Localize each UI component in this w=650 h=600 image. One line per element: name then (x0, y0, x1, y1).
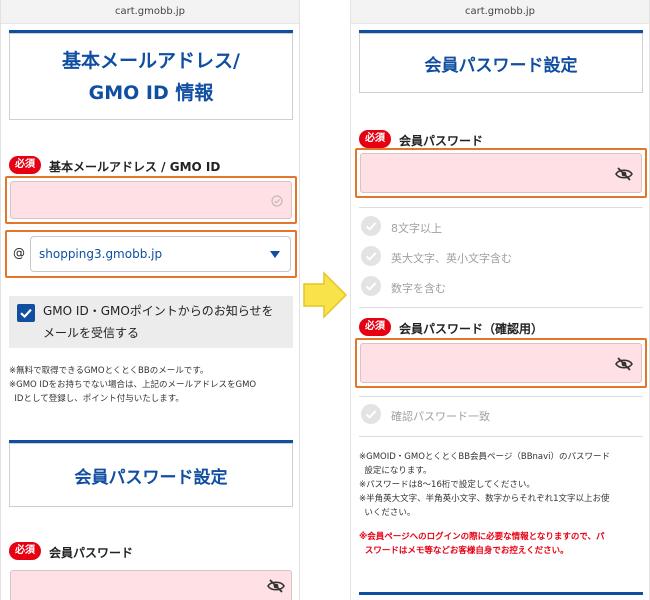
email-label: 基本メールアドレス / GMO ID (49, 160, 221, 174)
check-circle-icon (361, 276, 381, 296)
divider (359, 307, 643, 308)
note-line: 設定になります。 (359, 466, 432, 476)
requirement-min-length: 8文字以上 (391, 222, 442, 235)
title-line-2: GMO ID 情報 (88, 81, 214, 104)
required-badge: 必須 (9, 542, 41, 560)
check-circle-icon (271, 195, 283, 207)
email-notes: ※無料で取得できるGMOとくとくBBのメールです。 ※GMO IDをお持ちでない… (9, 364, 297, 406)
domain-select[interactable]: shopping3.gmobb.jp (30, 236, 291, 272)
newsletter-label-line-1: GMO ID・GMOポイントからのお知らせを (43, 304, 274, 318)
note-line: ※GMO IDをお持ちでない場合は、上記のメールアドレスをGMO (9, 380, 257, 390)
dropdown-caret-icon (270, 251, 280, 258)
requirement-match: 確認パスワード一致 (391, 410, 490, 423)
password-label: 会員パスワード (399, 134, 484, 148)
at-symbol: @ (13, 246, 25, 260)
checkmark-icon (20, 308, 32, 319)
divider (359, 207, 643, 208)
required-badge: 必須 (9, 156, 41, 174)
password-notes: ※GMOID・GMOとくとくBB会員ページ（BBnavi）のパスワード 設定にな… (359, 450, 649, 520)
check-circle-icon (361, 246, 381, 266)
confirm-password-input[interactable] (360, 343, 642, 383)
eye-slash-icon[interactable] (615, 167, 633, 181)
eye-slash-icon[interactable] (615, 357, 633, 371)
note-line: ※パスワードは8〜16桁で設定してください。 (359, 480, 535, 490)
comparison-stage: cart.gmobb.jp 基本メールアドレス/ GMO ID 情報 必須 基本… (0, 0, 650, 600)
newsletter-optin-area[interactable]: GMO ID・GMOポイントからのお知らせを メールを受信する (9, 296, 293, 348)
requirement-case: 英大文字、英小文字含む (391, 252, 512, 265)
phone-screen-left: cart.gmobb.jp 基本メールアドレス/ GMO ID 情報 必須 基本… (0, 0, 300, 600)
confirm-password-label: 会員パスワード（確認用） (399, 322, 544, 336)
check-circle-icon (361, 216, 381, 236)
divider (359, 436, 643, 437)
right-arrow-icon (302, 270, 348, 320)
password-label: 会員パスワード (49, 546, 134, 560)
warning-line: ※会員ページへのログインの際に必要な情報となりますので、パ (359, 532, 605, 542)
warning-line: スワードはメモ等などお客様自身でお控えください。 (359, 546, 569, 556)
divider (359, 396, 643, 397)
password-input[interactable] (360, 153, 642, 193)
phone-screen-right: cart.gmobb.jp 会員パスワード設定 必須 会員パスワード 8文字以上… (350, 0, 650, 600)
note-line: ※無料で取得できるGMOとくとくBBのメールです。 (9, 366, 209, 376)
note-line: ※GMOID・GMOとくとくBB会員ページ（BBnavi）のパスワード (359, 452, 611, 462)
newsletter-label-line-2: メールを受信する (43, 326, 140, 340)
note-line: ※半角英大文字、半角英小文字、数字からそれぞれ1文字以上お使 (359, 494, 610, 504)
url-bar: cart.gmobb.jp (351, 0, 649, 24)
section-accent-bar (359, 592, 643, 595)
email-local-part-input[interactable] (10, 181, 292, 219)
required-badge: 必須 (359, 130, 391, 148)
password-section-title: 会員パスワード設定 (359, 33, 643, 93)
title-line-1: 基本メールアドレス/ (62, 49, 240, 72)
newsletter-checkbox[interactable] (17, 304, 35, 322)
newsletter-label: GMO ID・GMOポイントからのお知らせを メールを受信する (43, 300, 274, 344)
eye-slash-icon[interactable] (267, 579, 285, 593)
password-section-title: 会員パスワード設定 (9, 443, 293, 507)
password-input[interactable] (10, 570, 292, 600)
email-section-title: 基本メールアドレス/ GMO ID 情報 (9, 33, 293, 120)
note-line: IDとして登録し、ポイント付与いたします。 (9, 394, 184, 404)
requirement-digit: 数字を含む (391, 282, 446, 295)
url-bar: cart.gmobb.jp (1, 0, 299, 24)
domain-select-value: shopping3.gmobb.jp (39, 247, 163, 261)
password-warning-notes: ※会員ページへのログインの際に必要な情報となりますので、パ スワードはメモ等など… (359, 530, 649, 558)
required-badge: 必須 (359, 318, 391, 336)
check-circle-icon (361, 404, 381, 424)
note-line: いください。 (359, 508, 416, 518)
